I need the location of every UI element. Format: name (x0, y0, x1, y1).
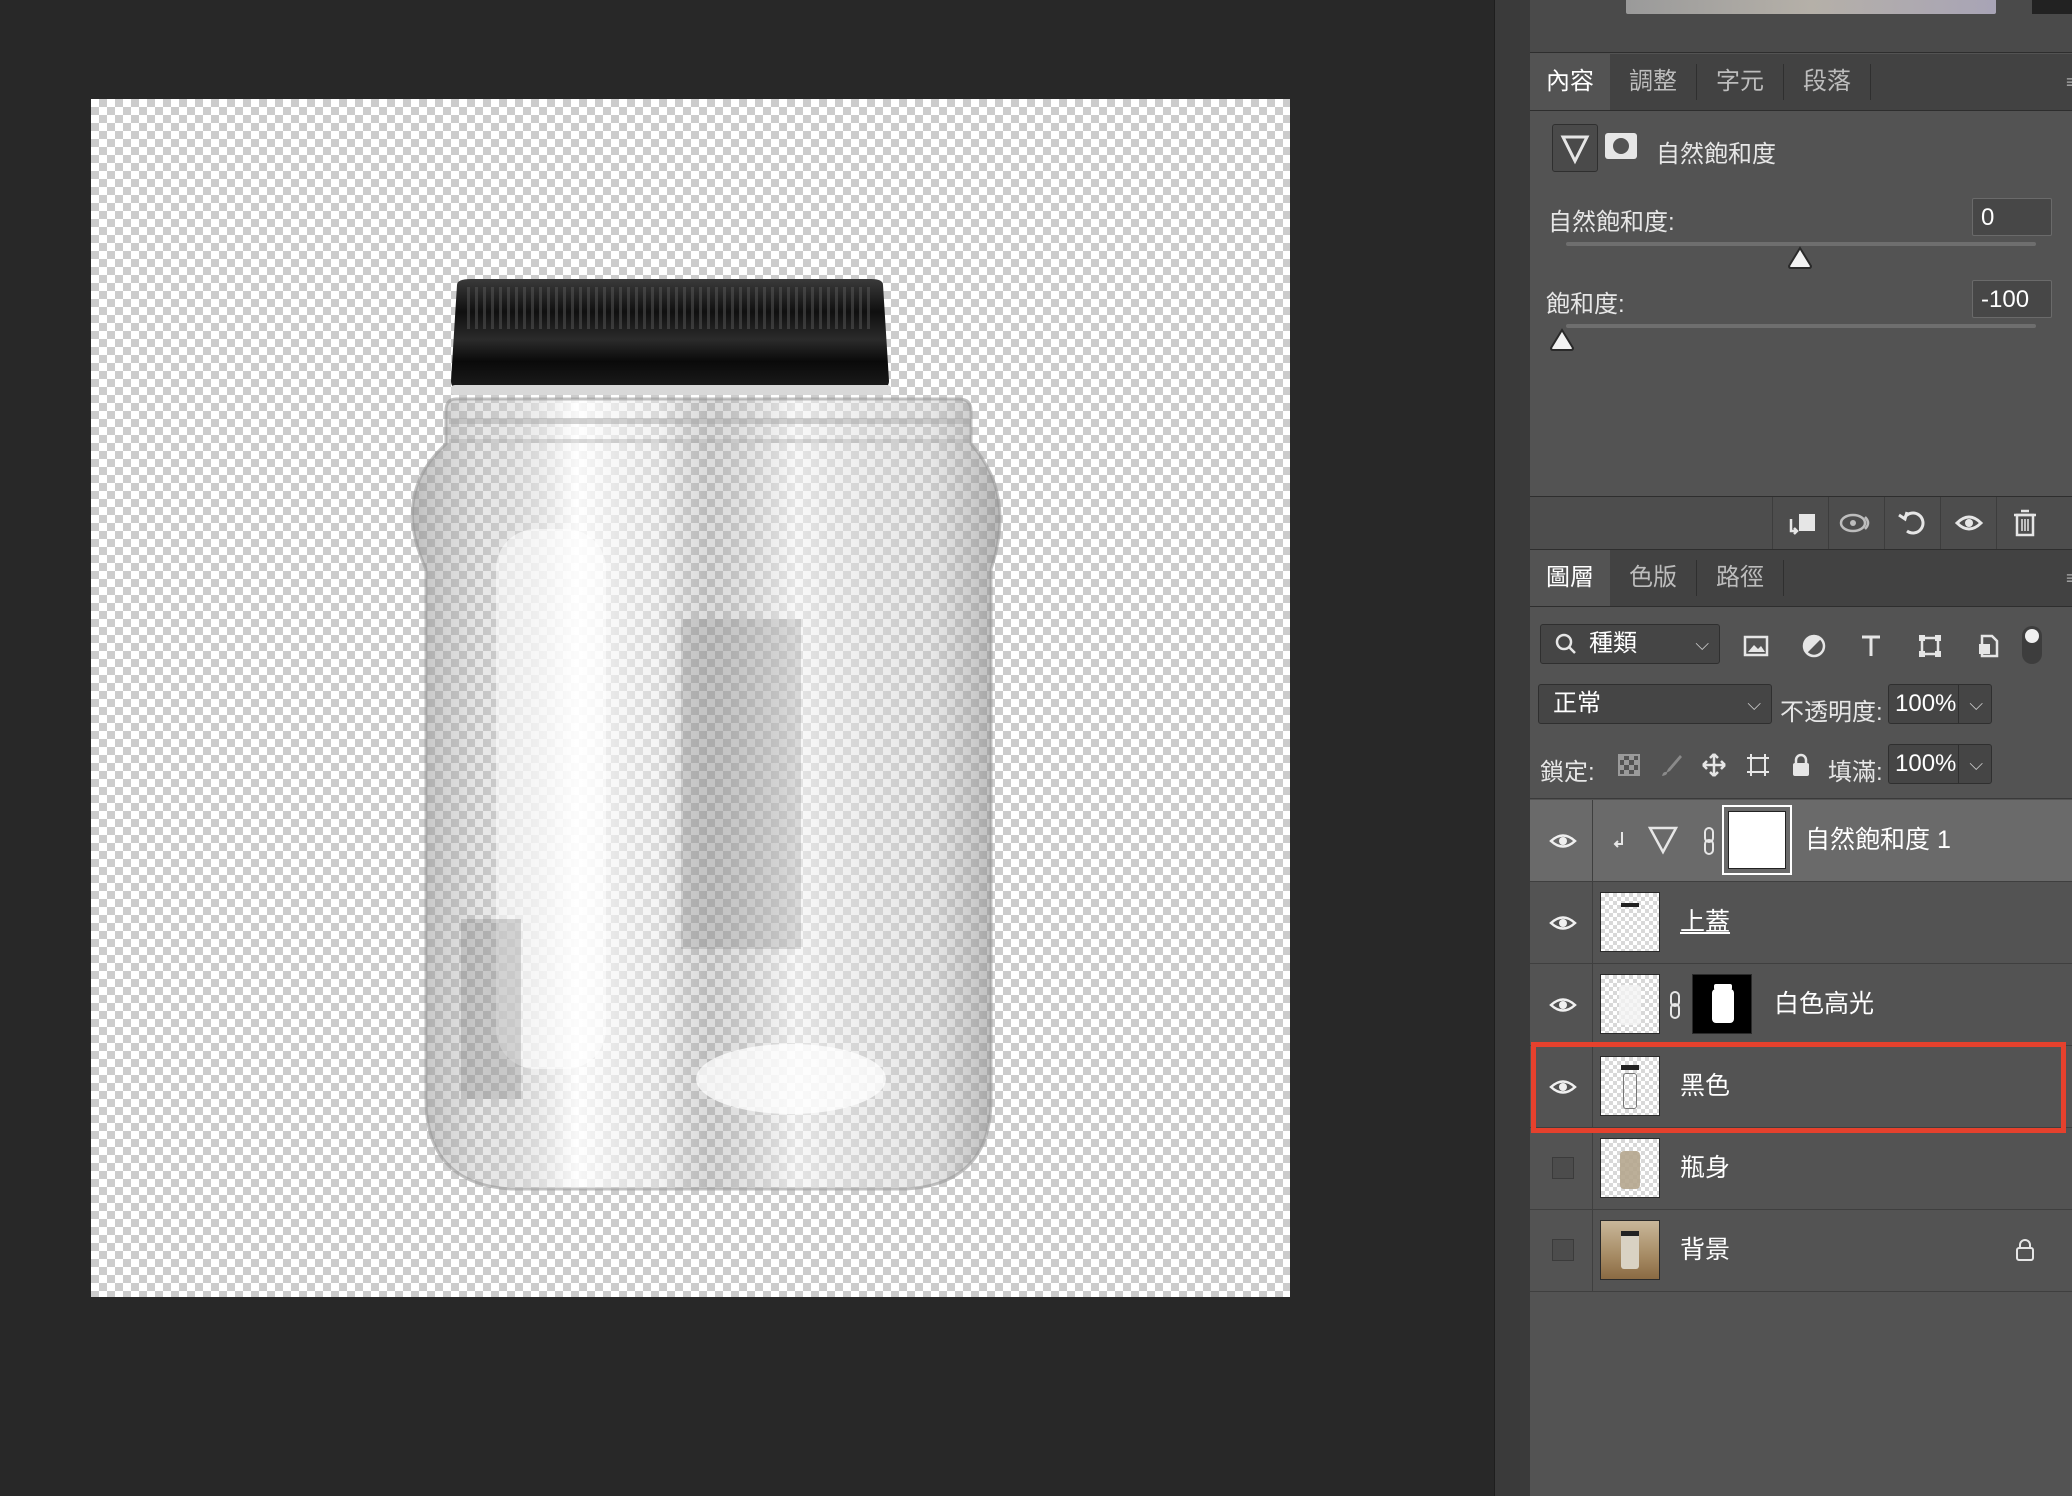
lock-all-icon[interactable] (1788, 752, 1814, 778)
tab-layers[interactable]: 圖層 (1530, 550, 1610, 606)
saturation-value-field[interactable]: -100 (1972, 280, 2052, 318)
vibrance-triangle-icon (1646, 822, 1680, 858)
layer-name[interactable]: 自然飽和度 1 (1805, 800, 1951, 881)
trash-icon[interactable] (1996, 497, 2053, 549)
swatches-strip (1530, 0, 2072, 53)
layer-row-background[interactable]: 背景 (1530, 1210, 2072, 1292)
layer-thumbnail[interactable] (1600, 1220, 1660, 1280)
fill-field[interactable]: 100% (1888, 744, 1958, 784)
adjustment-filter-icon[interactable] (1800, 632, 1828, 660)
layer-name[interactable]: 白色高光 (1774, 964, 1874, 1045)
layer-name[interactable]: 瓶身 (1680, 1128, 1730, 1209)
blend-mode-select[interactable]: 正常 ⌵ (1538, 684, 1772, 724)
eye-icon[interactable] (1548, 990, 1578, 1020)
layer-filter-kind-select[interactable]: 種類 ⌵ (1540, 624, 1720, 664)
layers-tabbar: 圖層 色版 路徑 ≡ (1530, 550, 2072, 607)
visibility-toggle-off[interactable] (1552, 1157, 1574, 1179)
properties-tabbar: 內容 調整 字元 段落 ≡ (1530, 54, 2072, 111)
eye-icon[interactable] (1548, 826, 1578, 856)
panel-divider[interactable] (1494, 0, 1531, 1496)
layer-thumbnail[interactable] (1600, 1138, 1660, 1198)
fill-dropdown-button[interactable]: ⌵ (1958, 744, 1992, 784)
chevron-down-icon: ⌵ (1969, 754, 1983, 774)
right-panel-dock: 內容 調整 字元 段落 ≡ 自然飽和度 自然飽和度: 0 飽和度: -100 圖… (1530, 0, 2072, 1496)
layer-row-lid[interactable]: 上蓋 (1530, 882, 2072, 964)
saturation-slider-handle[interactable] (1549, 328, 1575, 352)
saturation-slider-track[interactable] (1566, 324, 2036, 328)
vibrance-slider-handle[interactable] (1787, 246, 1813, 270)
blend-mode-label: 正常 (1553, 690, 1601, 717)
tab-paths[interactable]: 路徑 (1697, 550, 1783, 606)
layer-mask-thumbnail[interactable] (1722, 805, 1792, 875)
link-icon[interactable] (1702, 826, 1716, 856)
canvas-area[interactable] (0, 0, 1494, 1496)
visibility-toggle-off[interactable] (1552, 1239, 1574, 1261)
vibrance-triangle-icon[interactable] (1552, 124, 1598, 172)
tab-adjustments[interactable]: 調整 (1610, 54, 1696, 110)
tab-character[interactable]: 字元 (1697, 54, 1783, 110)
layer-row-vibrance-1[interactable]: 自然飽和度 1 (1530, 800, 2072, 882)
image-filter-icon[interactable] (1742, 632, 1770, 660)
tab-channels[interactable]: 色版 (1610, 550, 1696, 606)
lock-icon (2012, 1237, 2038, 1263)
filter-toggle[interactable] (2022, 626, 2042, 664)
filter-kind-label: 種類 (1589, 630, 1637, 657)
jar-image (410, 279, 1002, 1191)
lock-label: 鎖定: (1540, 759, 1595, 786)
properties-button-row (1530, 496, 2072, 550)
chevron-down-icon: ⌵ (1969, 694, 1983, 714)
shape-filter-icon[interactable] (1916, 632, 1944, 660)
layers-empty-area[interactable] (1530, 1292, 2072, 1496)
layer-thumbnail[interactable] (1600, 892, 1660, 952)
view-previous-icon[interactable] (1828, 497, 1885, 549)
saturation-label: 飽和度: (1546, 291, 1625, 318)
eye-icon[interactable] (1548, 908, 1578, 938)
clipping-arrow-icon (1610, 828, 1630, 852)
vibrance-label: 自然飽和度: (1548, 209, 1675, 236)
tab-paragraph[interactable]: 段落 (1784, 54, 1870, 110)
panel-menu-icon[interactable]: ≡ (2066, 72, 2072, 92)
smart-object-filter-icon[interactable] (1974, 632, 2002, 660)
visibility-icon[interactable] (1940, 497, 1997, 549)
color-chip[interactable] (2032, 0, 2072, 14)
adjustment-title: 自然飽和度 (1656, 141, 1776, 168)
layer-thumbnail[interactable] (1600, 974, 1660, 1034)
annotation-highlight-box (1531, 1042, 2066, 1133)
opacity-field[interactable]: 100% (1888, 684, 1958, 724)
layer-mask-thumbnail[interactable] (1692, 974, 1752, 1034)
layers-panel-menu-icon[interactable]: ≡ (2066, 568, 2072, 588)
layer-row-jar-body[interactable]: 瓶身 (1530, 1128, 2072, 1210)
opacity-label: 不透明度: (1780, 699, 1883, 726)
vibrance-value-field[interactable]: 0 (1972, 198, 2052, 236)
lock-artboard-icon[interactable] (1745, 752, 1771, 778)
fill-label: 填滿: (1828, 759, 1883, 786)
chevron-down-icon: ⌵ (1747, 694, 1761, 714)
layer-name[interactable]: 背景 (1680, 1210, 1730, 1291)
lock-image-pixels-icon[interactable] (1658, 752, 1684, 778)
document-canvas[interactable] (91, 99, 1290, 1297)
link-icon[interactable] (1668, 990, 1682, 1020)
clip-to-layer-icon[interactable] (1772, 497, 1829, 549)
layer-row-white-highlight[interactable]: 白色高光 (1530, 964, 2072, 1046)
search-icon (1553, 626, 1579, 672)
lock-position-icon[interactable] (1701, 752, 1727, 778)
chevron-down-icon: ⌵ (1695, 634, 1709, 654)
type-filter-icon[interactable] (1857, 632, 1885, 660)
mask-icon[interactable] (1604, 132, 1638, 160)
gradient-swatch[interactable] (1626, 0, 1996, 14)
lock-transparent-pixels-icon[interactable] (1616, 752, 1642, 778)
opacity-dropdown-button[interactable]: ⌵ (1958, 684, 1992, 724)
layer-name[interactable]: 上蓋 (1680, 882, 1730, 963)
reset-icon[interactable] (1884, 497, 1941, 549)
tab-properties[interactable]: 內容 (1530, 54, 1610, 110)
